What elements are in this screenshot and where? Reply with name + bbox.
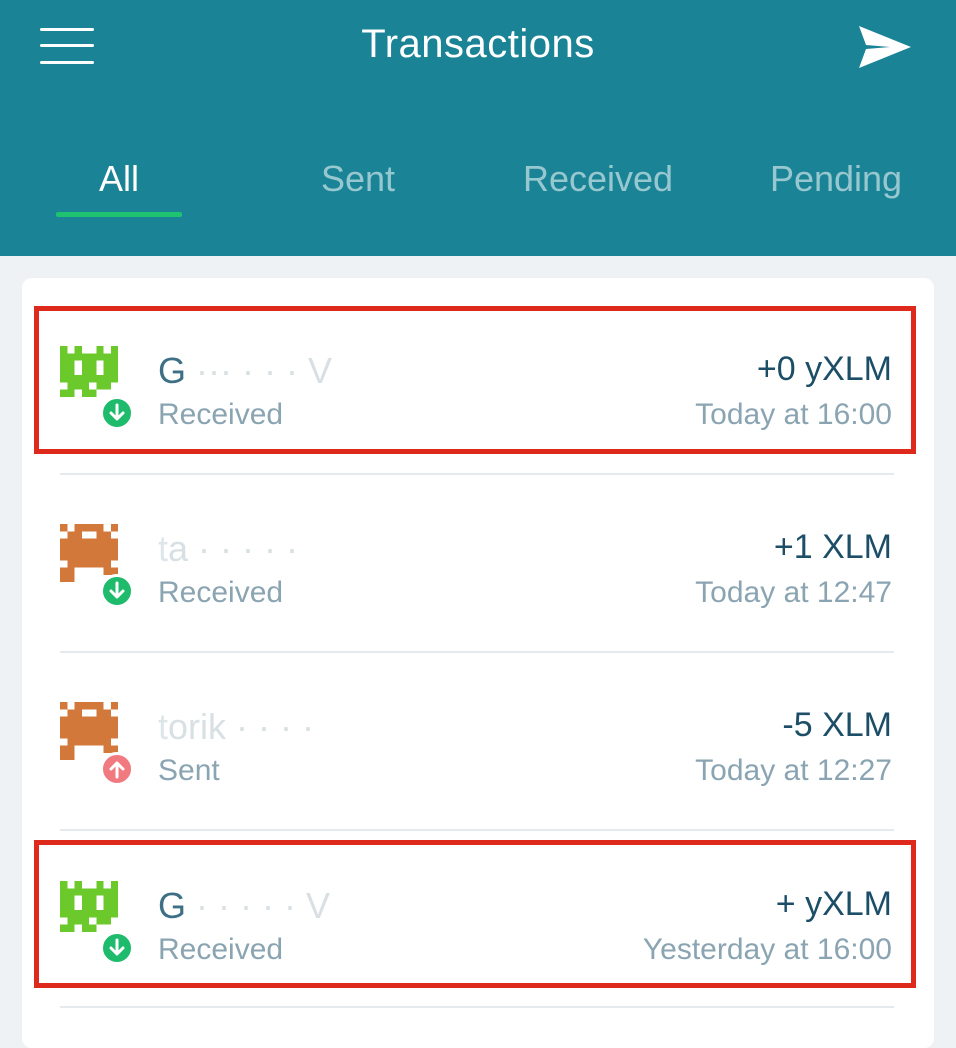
received-badge [100,574,134,608]
tab-pending[interactable]: Pending [750,158,922,200]
arrow-up-icon [109,761,125,779]
transaction-row[interactable]: ta · · · · · Received +1 XLM Today at 12… [22,480,934,630]
transaction-time: Today at 12:47 [695,576,892,609]
received-badge [100,396,134,430]
active-tab-indicator [56,212,182,217]
counterparty-name: torik · · · · [158,706,314,748]
name-lead: G [158,350,187,391]
transaction-type: Received [158,933,284,966]
tab-received[interactable]: Received [500,158,696,200]
counterparty-name: ta · · · · · [158,528,298,570]
name-lead: t [158,706,169,747]
orange-pixel-avatar [60,702,118,760]
received-badge [100,931,134,965]
name-rest: ··· · · · V [186,350,332,391]
transaction-amount: + yXLM [775,885,892,923]
name-rest: a · · · · · [168,528,298,569]
green-pixel-avatar [60,346,118,397]
transaction-type: Sent [158,754,220,787]
transaction-amount: +1 XLM [773,528,892,566]
arrow-down-icon [109,938,125,956]
orange-pixel-avatar [60,524,118,582]
transaction-time: Yesterday at 16:00 [642,933,892,966]
counterparty-name: G · · · · · V [158,885,330,927]
sent-badge [100,752,134,786]
row-divider [60,651,894,653]
transaction-time: Today at 16:00 [695,398,892,431]
counterparty-name: G ··· · · · V [158,350,332,392]
row-divider [60,1006,894,1008]
transaction-amount: +0 yXLM [756,350,892,388]
transaction-row[interactable]: torik · · · · Sent -5 XLM Today at 12:27 [22,658,934,808]
name-rest: orik · · · · [168,706,314,747]
filter-tabs: All Sent Received Pending [0,140,956,230]
send-button[interactable] [856,22,914,72]
arrow-down-icon [109,581,125,599]
name-lead: t [158,528,169,569]
row-divider [60,829,894,831]
arrow-down-icon [109,403,125,421]
tab-all[interactable]: All [56,158,182,200]
transaction-type: Received [158,398,284,431]
transaction-type: Received [158,576,284,609]
row-divider [60,473,894,475]
paper-plane-icon [859,26,911,68]
app-header: Transactions All Sent Received Pending [0,0,956,256]
transaction-row[interactable]: G · · · · · V Received + yXLM Yesterday … [22,837,934,987]
transaction-time: Today at 12:27 [695,754,892,787]
transaction-amount: -5 XLM [782,706,892,744]
tab-sent[interactable]: Sent [292,158,424,200]
name-rest: · · · · · V [186,885,330,926]
name-lead: G [158,885,187,926]
page-title: Transactions [361,22,595,66]
green-pixel-avatar [60,881,118,932]
transaction-row[interactable]: G ··· · · · V Received +0 yXLM Today at … [22,302,934,452]
